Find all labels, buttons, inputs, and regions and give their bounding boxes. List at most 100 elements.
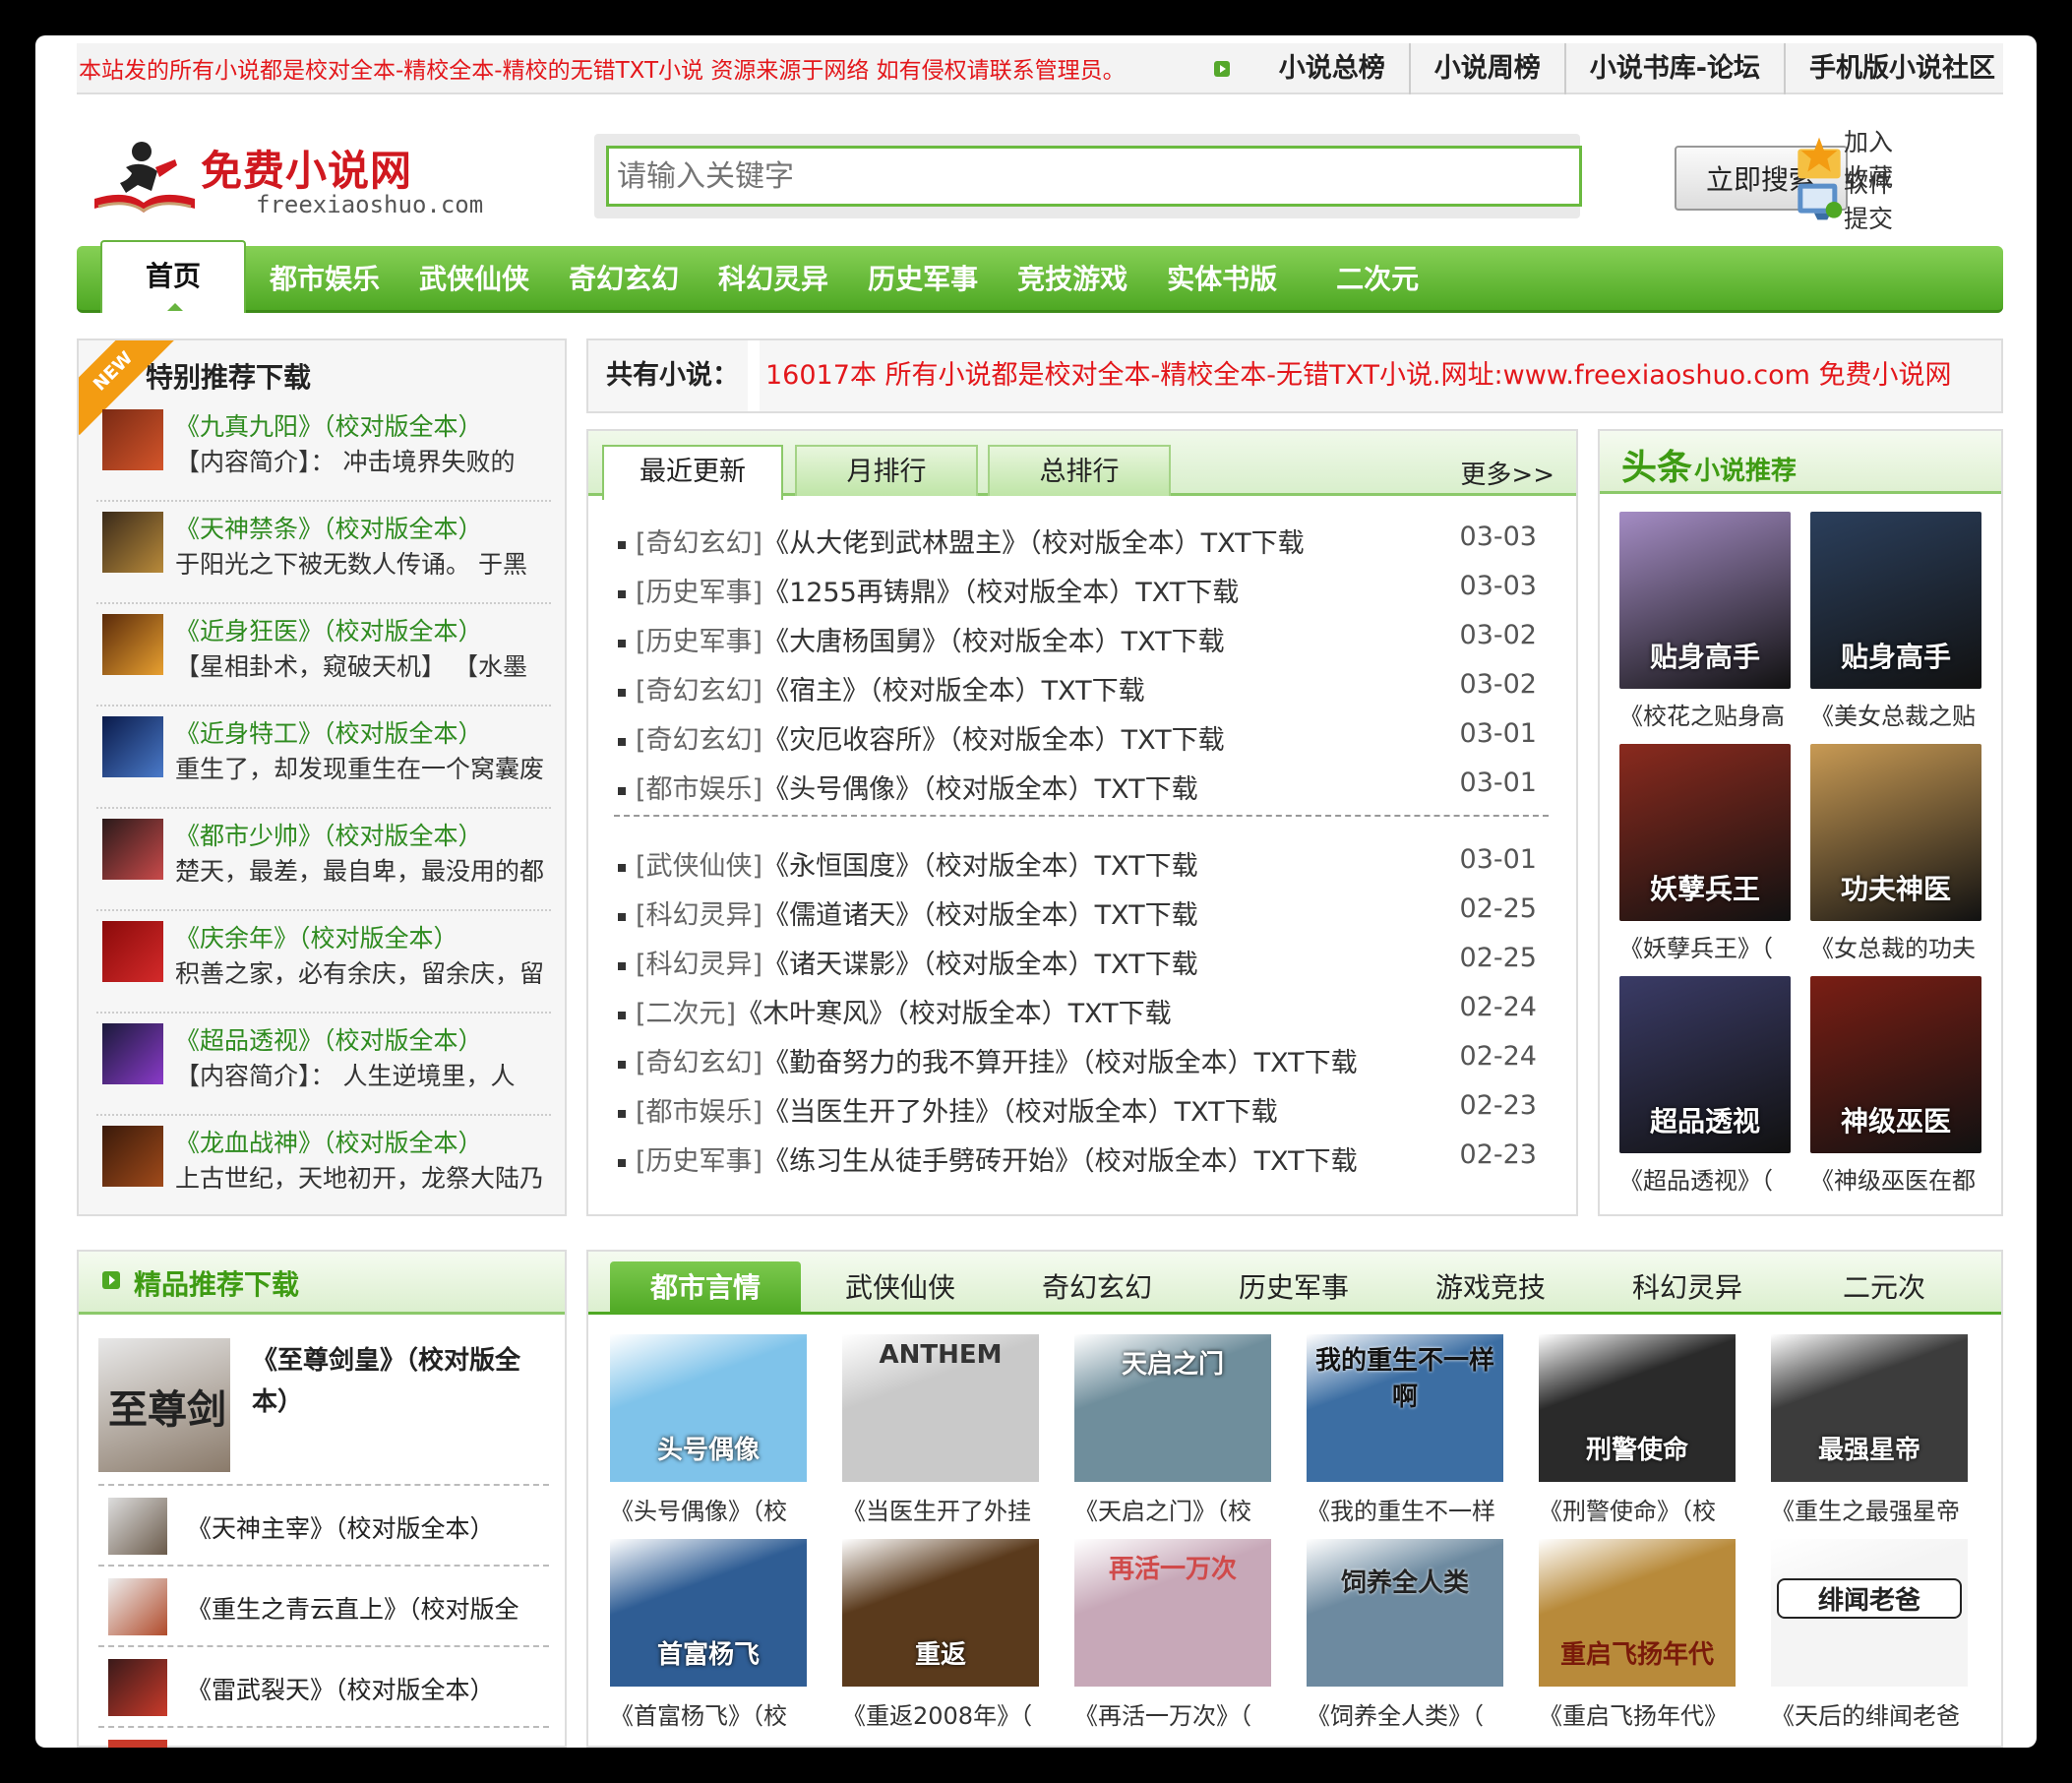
book-title[interactable]: 《天神主宰》（校对版全本）: [187, 1509, 495, 1545]
list-item[interactable]: 《庆余年》（校对版全本） 积善之家，必有余庆，留余庆，留: [96, 911, 551, 1014]
book-title[interactable]: 《庆余年》（校对版全本）: [175, 919, 458, 954]
book-caption[interactable]: 《重返2008年》（: [842, 1696, 1039, 1731]
nav-acg[interactable]: 二次元: [1336, 246, 1419, 313]
site-logo[interactable]: 免费小说网 freexiaoshuo.com: [83, 134, 483, 222]
tab-acg[interactable]: 二元次: [1787, 1261, 1981, 1315]
list-item[interactable]: 《天神主宰》（校对版全本）: [98, 1484, 549, 1565]
list-item[interactable]: 《九真九阳》（校对版全本） 【内容简介】： 冲击境界失败的: [96, 400, 551, 502]
book-cover[interactable]: 功夫神医: [1810, 744, 1981, 921]
book-cover[interactable]: 再活一万次: [1074, 1539, 1271, 1687]
tab-fantasy[interactable]: 奇幻玄幻: [1000, 1261, 1194, 1315]
tab-history[interactable]: 历史军事: [1196, 1261, 1391, 1315]
list-item[interactable]: 《超品透视》（校对版全本） 【内容简介】： 人生逆境里，人: [96, 1014, 551, 1116]
book-cover[interactable]: 贴身高手: [1619, 512, 1791, 689]
list-item[interactable]: 《近身特工》（校对版全本） 重生了，却发现重生在一个窝囊废: [96, 707, 551, 809]
novel-title[interactable]: 《练习生从徒手劈砖开始》（校对版全本）TXT下载: [762, 1146, 1358, 1177]
book-cover[interactable]: 最强星帝: [1771, 1334, 1968, 1482]
list-item[interactable]: [奇幻玄幻]《宿主》（校对版全本）TXT下载 03-02: [618, 669, 1553, 718]
book-cover[interactable]: 妖孽兵王: [1619, 744, 1791, 921]
category[interactable]: [历史军事]: [636, 578, 762, 608]
book-caption[interactable]: 《首富杨飞》（校: [610, 1696, 807, 1731]
book-caption[interactable]: 《当医生开了外挂: [842, 1492, 1039, 1526]
nav-history[interactable]: 历史军事: [868, 246, 978, 313]
book-title[interactable]: 《超品透视》（校对版全本）: [175, 1021, 483, 1057]
book-caption[interactable]: 《美女总裁之贴: [1810, 697, 1987, 731]
book-caption[interactable]: 《刑警使命》（校: [1539, 1492, 1736, 1526]
list-item[interactable]: [历史军事]《大唐杨国舅》（校对版全本）TXT下载 03-02: [618, 620, 1553, 669]
tab-scifi[interactable]: 科幻灵异: [1590, 1261, 1785, 1315]
book-cover[interactable]: 贴身高手: [1810, 512, 1981, 689]
novel-title[interactable]: 《从大佬到武林盟主》（校对版全本）TXT下载: [762, 528, 1305, 559]
book-title[interactable]: 《九真九阳》（校对版全本）: [175, 407, 483, 443]
nav-urban[interactable]: 都市娱乐: [270, 246, 380, 313]
book-caption[interactable]: 《头号偶像》（校: [610, 1492, 807, 1526]
book-title[interactable]: 《雷武裂天》（校对版全本）: [187, 1671, 495, 1706]
list-item[interactable]: [历史军事]《1255再铸鼎》（校对版全本）TXT下载 03-03: [618, 571, 1553, 620]
book-caption[interactable]: 《天启之门》（校: [1074, 1492, 1271, 1526]
novel-title[interactable]: 《1255再铸鼎》（校对版全本）TXT下载: [762, 578, 1239, 608]
book-cover[interactable]: 首富杨飞: [610, 1539, 807, 1687]
tab-wuxia[interactable]: 武侠仙侠: [803, 1261, 998, 1315]
list-item[interactable]: [奇幻玄幻]《灾厄收容所》（校对版全本）TXT下载 03-01: [618, 718, 1553, 768]
novel-title[interactable]: 《勤奋努力的我不算开挂》（校对版全本）TXT下载: [762, 1048, 1358, 1078]
book-title[interactable]: 《天神禁条》（校对版全本）: [175, 510, 483, 545]
book-title[interactable]: 《都市少帅》（校对版全本）: [175, 817, 483, 852]
book-caption[interactable]: 《饲养全人类》（: [1307, 1696, 1503, 1731]
book-cover[interactable]: 我的重生不一样啊: [1307, 1334, 1503, 1482]
category[interactable]: [二次元]: [636, 999, 736, 1029]
tab-latest[interactable]: 最近更新: [602, 445, 783, 500]
book-cover[interactable]: 超品透视: [1619, 976, 1791, 1153]
nav-wuxia[interactable]: 武侠仙侠: [419, 246, 529, 313]
list-item[interactable]: 《都市少帅》（校对版全本） 楚天，最差，最自卑，最没用的都: [96, 809, 551, 911]
book-caption[interactable]: 《女总裁的功夫: [1810, 929, 1987, 963]
book-caption[interactable]: 《校花之贴身高: [1619, 697, 1797, 731]
tab-urban-romance[interactable]: 都市言情: [610, 1261, 801, 1315]
novel-title[interactable]: 《灾厄收容所》（校对版全本）TXT下载: [762, 725, 1225, 756]
book-cover[interactable]: 饲养全人类: [1307, 1539, 1503, 1687]
novel-title[interactable]: 《永恒国度》（校对版全本）TXT下载: [762, 851, 1198, 882]
featured-book-cover[interactable]: 至尊剑: [98, 1338, 230, 1472]
nav-home[interactable]: 首页: [100, 240, 246, 313]
category[interactable]: [历史军事]: [636, 627, 762, 657]
novel-title[interactable]: 《木叶寒风》（校对版全本）TXT下载: [736, 999, 1172, 1029]
link-library-forum[interactable]: 小说书库-论坛: [1566, 43, 1786, 94]
list-item[interactable]: [科幻灵异]《儒道诸天》（校对版全本）TXT下载 02-25: [618, 893, 1553, 943]
submit-software-link[interactable]: 软件提交: [1795, 169, 1893, 233]
novel-title[interactable]: 《宿主》（校对版全本）TXT下载: [762, 676, 1145, 707]
list-item[interactable]: 《龙血战神》（校对版全本） 上古世纪，天地初开，龙祭大陆乃: [96, 1116, 551, 1214]
novel-title[interactable]: 《诸天谍影》（校对版全本）TXT下载: [762, 950, 1198, 980]
book-title[interactable]: 《近身狂医》（校对版全本）: [175, 612, 483, 647]
book-cover[interactable]: 重返: [842, 1539, 1039, 1687]
tab-games[interactable]: 游戏竞技: [1393, 1261, 1588, 1315]
list-item[interactable]: [武侠仙侠]《永恒国度》（校对版全本）TXT下载 03-01: [618, 844, 1553, 893]
category[interactable]: [都市娱乐]: [636, 1097, 762, 1128]
book-caption[interactable]: 《重启飞扬年代》: [1539, 1696, 1736, 1731]
list-item[interactable]: 《雷武裂天》（校对版全本）: [98, 1645, 549, 1726]
category[interactable]: [奇幻玄幻]: [636, 528, 762, 559]
book-cover[interactable]: ANTHEM: [842, 1334, 1039, 1482]
book-cover[interactable]: 头号偶像: [610, 1334, 807, 1482]
book-cover[interactable]: 刑警使命: [1539, 1334, 1736, 1482]
category[interactable]: [科幻灵异]: [636, 950, 762, 980]
category[interactable]: [历史军事]: [636, 1146, 762, 1177]
category[interactable]: [奇幻玄幻]: [636, 1048, 762, 1078]
nav-scifi[interactable]: 科幻灵异: [718, 246, 828, 313]
category[interactable]: [都市娱乐]: [636, 774, 762, 805]
book-caption[interactable]: 《天后的绯闻老爸: [1771, 1696, 1968, 1731]
tab-total[interactable]: 总排行: [988, 445, 1171, 496]
book-caption[interactable]: 《妖孽兵王》（: [1619, 929, 1797, 963]
tab-monthly[interactable]: 月排行: [795, 445, 978, 496]
book-cover[interactable]: 神级巫医: [1810, 976, 1981, 1153]
book-caption[interactable]: 《再活一万次》（: [1074, 1696, 1271, 1731]
list-item[interactable]: [历史军事]《练习生从徒手劈砖开始》（校对版全本）TXT下载 02-23: [618, 1139, 1553, 1189]
category[interactable]: [奇幻玄幻]: [636, 676, 762, 707]
list-item[interactable]: 《天神禁条》（校对版全本） 于阳光之下被无数人传诵。 于黑: [96, 502, 551, 604]
link-mobile[interactable]: 手机版小说社区: [1786, 43, 1995, 94]
list-item[interactable]: [奇幻玄幻]《从大佬到武林盟主》（校对版全本）TXT下载 03-03: [618, 522, 1553, 571]
nav-fantasy[interactable]: 奇幻玄幻: [569, 246, 679, 313]
list-item[interactable]: [都市娱乐]《头号偶像》（校对版全本）TXT下载 03-01: [618, 768, 1553, 817]
book-caption[interactable]: 《超品透视》（: [1619, 1161, 1797, 1196]
more-link[interactable]: 更多>>: [1460, 455, 1554, 491]
book-title[interactable]: 《龙血战神》（校对版全本）: [175, 1124, 483, 1159]
list-item[interactable]: 《重生之青云直上》（校对版全: [98, 1565, 549, 1645]
